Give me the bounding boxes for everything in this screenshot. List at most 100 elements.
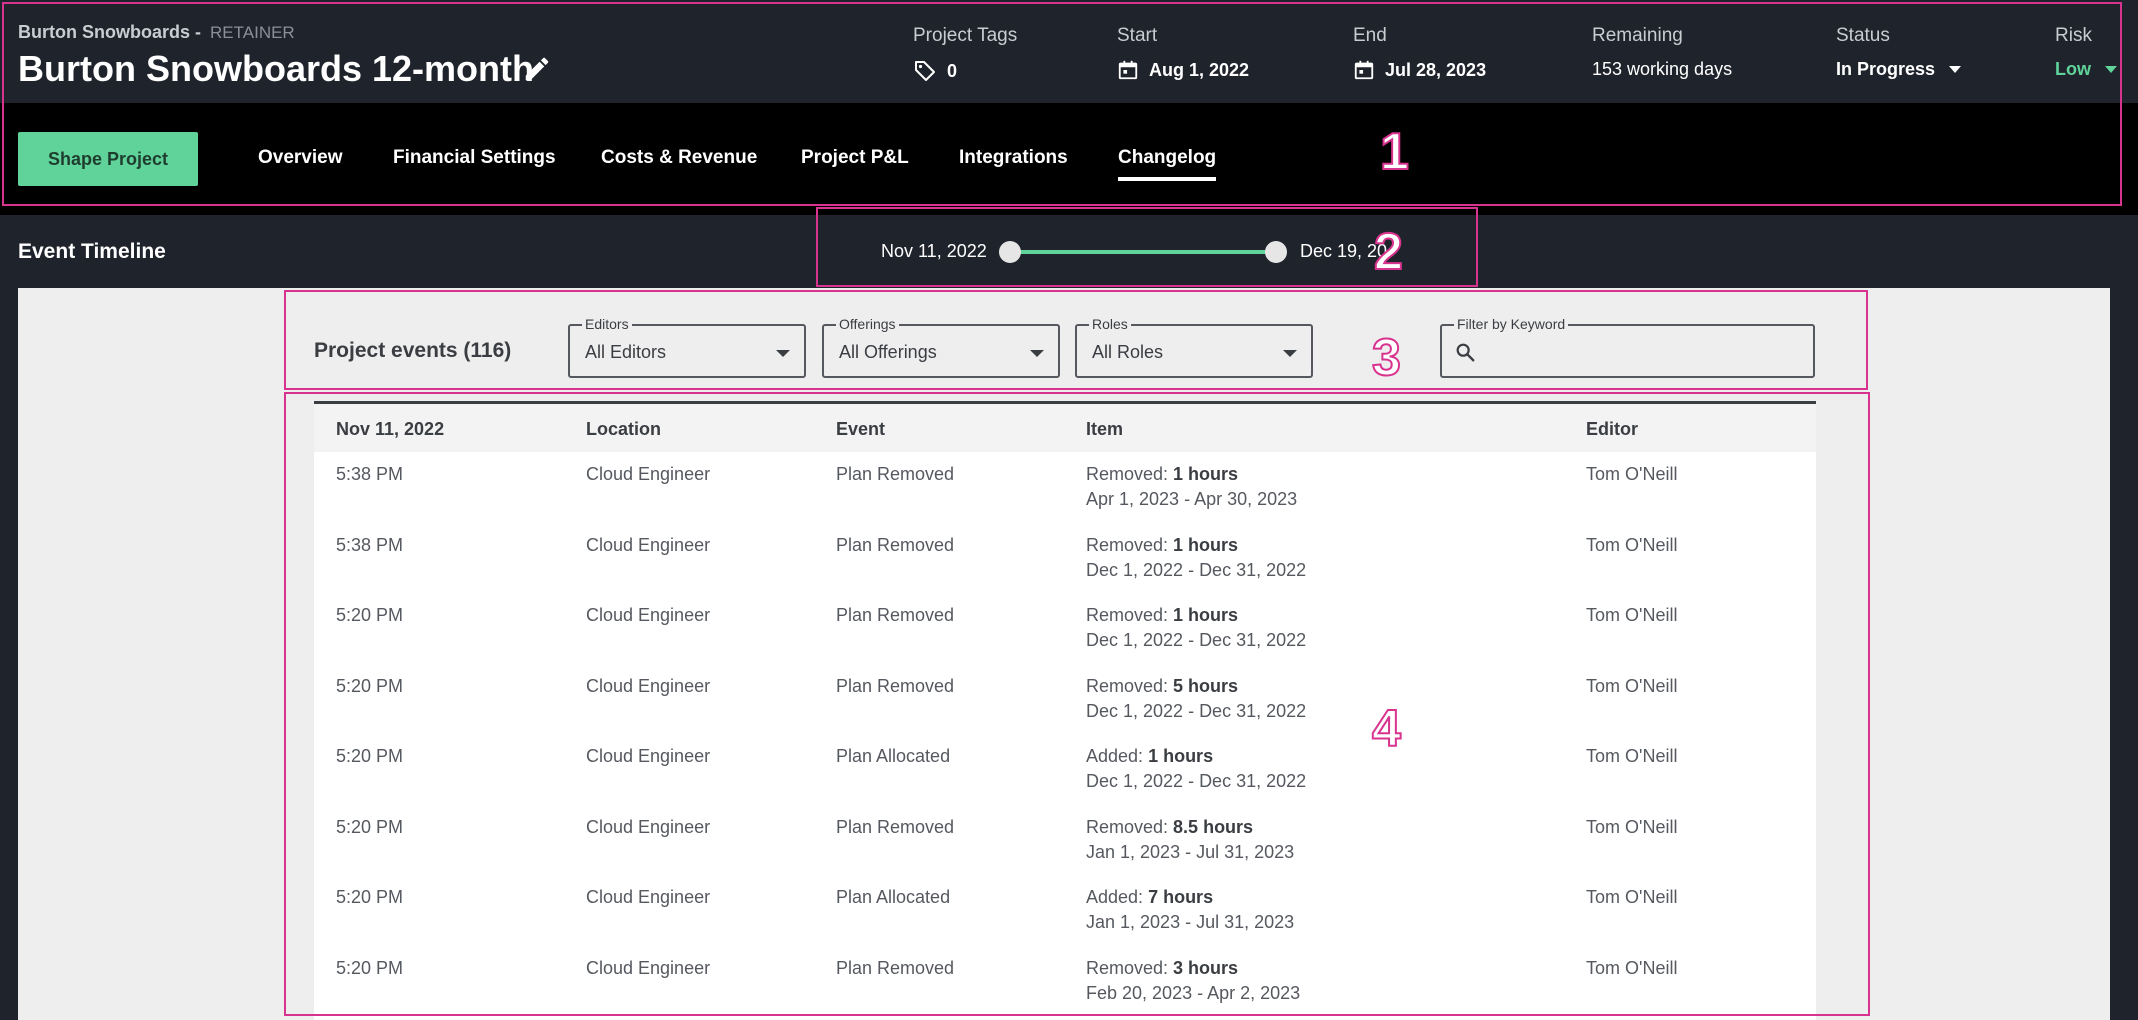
pencil-icon[interactable]: [522, 54, 552, 84]
remaining: Remaining 153 working days: [1592, 25, 1732, 80]
table-row: 5:20 PM Cloud Engineer Plan Allocated Added…: [314, 875, 1816, 945]
offerings-value: All Offerings: [839, 342, 937, 362]
risk-dropdown[interactable]: Risk Low: [2055, 25, 2117, 80]
event-item: Removed: 3 hours Feb 20, 2023 - Apr 2, 20…: [1086, 958, 1300, 1004]
event-type: Plan Removed: [836, 534, 955, 555]
tab-project-pl[interactable]: Project P&L: [801, 147, 909, 169]
column-header-event[interactable]: Event: [836, 419, 885, 440]
event-time: 5:20 PM: [336, 675, 404, 696]
event-time: 5:38 PM: [336, 464, 404, 484]
range-start-handle[interactable]: [999, 241, 1021, 263]
event-editor: Tom O'Neill: [1586, 464, 1678, 484]
remaining-value: 153 working days: [1592, 59, 1733, 79]
range-start-label: Nov 11, 2022: [881, 241, 987, 261]
keyword-input[interactable]: [1486, 336, 1796, 366]
caret-down-icon: [2105, 66, 2117, 73]
item-prefix: Removed:: [1086, 816, 1174, 837]
roles-dropdown[interactable]: Roles All Roles: [1075, 316, 1313, 378]
status-label: Status: [1836, 25, 1890, 46]
event-location: Cloud Engineer: [586, 464, 711, 484]
range-end-handle[interactable]: [1265, 241, 1287, 263]
annotation-number-2: 2: [1373, 223, 1404, 281]
client-line: Burton Snowboards - RETAINER: [18, 22, 295, 43]
item-date-range: Dec 1, 2022 - Dec 31, 2022: [1086, 559, 1307, 580]
keyword-filter[interactable]: Filter by Keyword: [1440, 316, 1815, 378]
item-amount: 5 hours: [1173, 675, 1239, 696]
editors-value: All Editors: [585, 342, 667, 362]
event-type: Plan Allocated: [836, 887, 951, 907]
item-prefix: Removed:: [1086, 957, 1174, 978]
event-type: Plan Removed: [836, 957, 955, 978]
editors-dropdown[interactable]: Editors All Editors: [568, 316, 806, 378]
tag-icon: [915, 61, 935, 81]
offerings-label: Offerings: [836, 316, 899, 332]
event-type: Plan Removed: [836, 464, 955, 484]
end-date[interactable]: End Jul 28, 2023: [1353, 25, 1486, 81]
risk-label: Risk: [2055, 25, 2092, 46]
item-amount: 3 hours: [1173, 957, 1239, 978]
roles-value: All Roles: [1092, 342, 1164, 362]
event-location: Cloud Engineer: [586, 816, 711, 837]
event-location: Cloud Engineer: [586, 605, 711, 625]
annotation-number-4: 4: [1371, 700, 1402, 758]
tab-changelog[interactable]: Changelog: [1118, 147, 1217, 181]
search-icon: [1456, 343, 1475, 362]
table-row: 5:20 PM Cloud Engineer Plan Allocated Added…: [314, 734, 1816, 804]
event-location: Cloud Engineer: [586, 746, 711, 766]
tab-financial-settings[interactable]: Financial Settings: [393, 147, 556, 169]
project-tags-label: Project Tags: [913, 25, 1018, 46]
item-date-range: Dec 1, 2022 - Dec 31, 2022: [1086, 771, 1307, 791]
item-date-range: Dec 1, 2022 - Dec 31, 2022: [1086, 630, 1307, 650]
item-amount: 1 hours: [1173, 464, 1239, 484]
event-location: Cloud Engineer: [586, 534, 711, 555]
item-date-range: Dec 1, 2022 - Dec 31, 2022: [1086, 700, 1307, 721]
table-header: Nov 11, 2022 Location Event Item Editor: [314, 404, 1816, 452]
status-dropdown[interactable]: Status In Progress: [1836, 25, 1962, 80]
project-header: Burton Snowboards - RETAINER Burton Snow…: [0, 0, 2138, 103]
caret-down-icon: [776, 350, 790, 357]
event-location: Cloud Engineer: [586, 957, 711, 978]
column-header-item[interactable]: Item: [1086, 419, 1123, 440]
column-header-date[interactable]: Nov 11, 2022: [336, 419, 444, 440]
table-row: 5:20 PM Cloud Engineer Plan Removed Removed…: [314, 664, 1816, 734]
event-type: Plan Removed: [836, 675, 955, 696]
project-tags[interactable]: Project Tags 0: [913, 25, 1017, 83]
end-label: End: [1353, 25, 1387, 46]
annotation-number-3: 3: [1371, 329, 1402, 387]
offerings-dropdown[interactable]: Offerings All Offerings: [822, 316, 1060, 378]
column-header-location[interactable]: Location: [586, 419, 661, 440]
project-nav: Shape Project Overview Financial Setting…: [0, 103, 2138, 215]
item-date-range: Apr 1, 2023 - Apr 30, 2023: [1086, 489, 1298, 509]
item-date-range: Feb 20, 2023 - Apr 2, 2023: [1086, 982, 1301, 1003]
event-timeline-title: Event Timeline: [18, 240, 166, 263]
event-time: 5:20 PM: [336, 746, 404, 766]
event-item: Removed: 1 hours Apr 1, 2023 - Apr 30, 20…: [1086, 464, 1297, 510]
item-prefix: Removed:: [1086, 675, 1174, 696]
event-editor: Tom O'Neill: [1586, 605, 1678, 625]
tab-costs-revenue[interactable]: Costs & Revenue: [601, 147, 757, 169]
start-label: Start: [1117, 25, 1158, 46]
tab-integrations[interactable]: Integrations: [959, 147, 1068, 169]
risk-value: Low: [2055, 59, 2091, 79]
client-name[interactable]: Burton Snowboards -: [18, 22, 201, 42]
project-title: Burton Snowboards 12-month: [18, 48, 534, 89]
start-date[interactable]: Start Aug 1, 2022: [1117, 25, 1249, 81]
table-row: 5:20 PM Cloud Engineer Plan Removed Removed…: [314, 805, 1816, 875]
item-prefix: Removed:: [1086, 464, 1174, 484]
item-prefix: Added:: [1086, 746, 1149, 766]
range-slider-track[interactable]: [1010, 250, 1276, 254]
shape-project-button[interactable]: Shape Project: [18, 132, 198, 186]
event-time: 5:20 PM: [336, 605, 404, 625]
caret-down-icon: [1030, 350, 1044, 357]
annotation-number-1: 1: [1379, 123, 1410, 181]
item-amount: 1 hours: [1173, 605, 1239, 625]
event-item: Removed: 5 hours Dec 1, 2022 - Dec 31, 20…: [1086, 676, 1306, 722]
tab-overview[interactable]: Overview: [258, 147, 343, 169]
column-header-editor[interactable]: Editor: [1586, 419, 1638, 440]
event-location: Cloud Engineer: [586, 675, 711, 696]
event-location: Cloud Engineer: [586, 887, 711, 907]
event-editor: Tom O'Neill: [1586, 675, 1678, 696]
item-date-range: Jan 1, 2023 - Jul 31, 2023: [1086, 841, 1295, 862]
event-time: 5:38 PM: [336, 534, 404, 555]
item-date-range: Jan 1, 2023 - Jul 31, 2023: [1086, 912, 1295, 932]
